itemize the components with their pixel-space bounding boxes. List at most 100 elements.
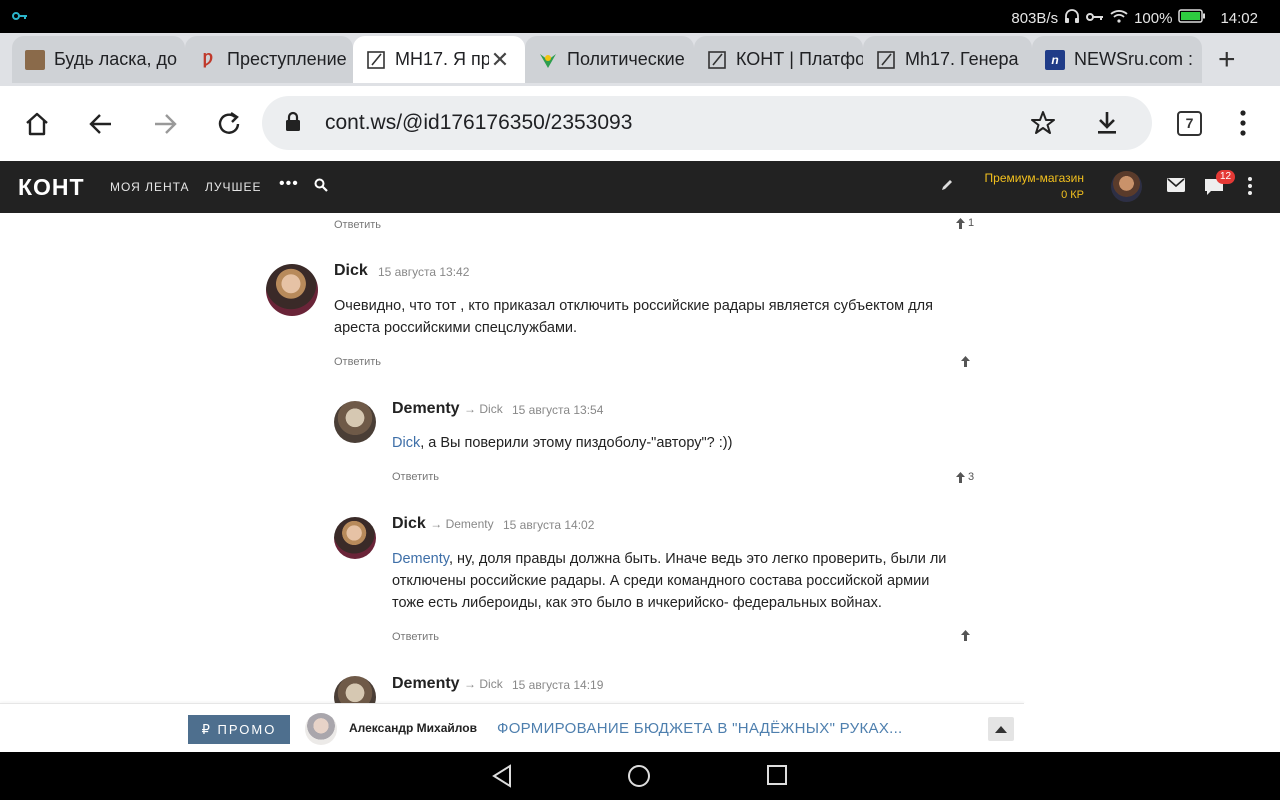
tab-title: NEWSru.com : xyxy=(1074,49,1194,69)
tab-5[interactable]: КОНТ | Платфо xyxy=(694,36,863,83)
reply-to[interactable]: → Dick xyxy=(464,677,503,691)
brown-image-icon xyxy=(25,49,45,70)
tab-1[interactable]: Будь ласка, до xyxy=(12,36,185,83)
network-speed: 803B/s xyxy=(1011,9,1059,27)
tab-7[interactable]: n NEWSru.com : xyxy=(1032,36,1202,83)
nav-back-triangle-icon[interactable] xyxy=(491,764,513,793)
tab-title: Политические xyxy=(567,49,685,69)
site-nav: КОНТ МОЯ ЛЕНТА ЛУЧШЕЕ ••• Премиум-магази… xyxy=(0,161,1280,213)
vpn-key-icon xyxy=(12,9,28,26)
comment-text: Очевидно, что тот , кто приказал отключи… xyxy=(334,298,933,336)
wifi-icon xyxy=(1110,9,1128,27)
mail-icon[interactable] xyxy=(1167,178,1185,197)
promo-bar-filler xyxy=(1024,703,1280,752)
battery-percent: 100% xyxy=(1134,9,1173,27)
vote-up[interactable] xyxy=(961,630,970,641)
tab-title: МН17. Я пр xyxy=(395,49,489,69)
close-tab-icon[interactable]: ✕ xyxy=(489,47,511,73)
headphones-icon xyxy=(1064,8,1080,28)
reply-link[interactable]: Ответить xyxy=(334,356,381,368)
browser-menu-icon[interactable] xyxy=(1238,109,1248,142)
status-bar: 803B/s 100% 14:02 xyxy=(0,0,1280,33)
vote-up[interactable] xyxy=(961,356,970,367)
tab-title: Будь ласка, до xyxy=(54,49,178,69)
tab-title: КОНТ | Платфо xyxy=(736,49,863,69)
mention-link[interactable]: Dementy xyxy=(392,551,449,567)
comment-author[interactable]: Dementy → Dick xyxy=(392,400,503,418)
comments-area: Ответить 1 Dick 15 августа 13:42 Очевидн… xyxy=(0,213,1280,703)
nav-my-feed[interactable]: МОЯ ЛЕНТА xyxy=(110,180,190,194)
user-avatar[interactable] xyxy=(1111,171,1142,202)
reload-icon[interactable] xyxy=(214,109,244,139)
upvote-arrow-icon xyxy=(956,217,965,229)
vote-up[interactable]: 3 xyxy=(956,471,974,483)
promo-badge[interactable]: ₽ ПРОМО xyxy=(188,715,290,744)
upvote-arrow-icon xyxy=(956,471,965,483)
tab-2[interactable]: Ƿ Преступление xyxy=(185,36,353,83)
avatar[interactable] xyxy=(334,676,376,703)
new-tab-plus-icon[interactable]: + xyxy=(1218,45,1236,75)
promo-author[interactable]: Александр Михайлов xyxy=(349,721,477,735)
comment-text: Dementy, ну, доля правды должна быть. Ин… xyxy=(392,551,947,611)
tab-title: Преступление xyxy=(227,49,347,69)
comment-date: 15 августа 13:42 xyxy=(378,265,470,279)
reply-link[interactable]: Ответить xyxy=(392,471,439,483)
avatar[interactable] xyxy=(334,401,376,443)
nav-home-circle-icon[interactable] xyxy=(627,764,651,793)
vote-up[interactable]: 1 xyxy=(956,217,974,229)
address-bar[interactable]: cont.ws/@id176176350/2353093 xyxy=(262,96,1152,150)
lock-icon[interactable] xyxy=(284,111,302,138)
url-text[interactable]: cont.ws/@id176176350/2353093 xyxy=(325,111,632,135)
pencil-box-icon xyxy=(707,50,727,70)
search-icon[interactable] xyxy=(314,178,328,197)
tab-3-active[interactable]: МН17. Я пр ✕ xyxy=(353,36,525,83)
vote-count: 3 xyxy=(968,471,975,483)
comment-text: Dick, а Вы поверили этому пиздоболу-"авт… xyxy=(392,435,733,451)
comment-date: 15 августа 14:19 xyxy=(512,678,604,692)
comment-author[interactable]: Dick → Dementy xyxy=(392,515,494,533)
download-icon[interactable] xyxy=(1095,110,1119,141)
tab-6[interactable]: Мh17. Генера xyxy=(863,36,1032,83)
mention-link[interactable]: Dick xyxy=(392,435,420,451)
promo-title-link[interactable]: ФОРМИРОВАНИЕ БЮДЖЕТА В "НАДЁЖНЫХ" РУКАХ.… xyxy=(497,720,903,737)
back-arrow-icon[interactable] xyxy=(86,109,116,139)
pencil-box-icon xyxy=(876,50,896,70)
browser-toolbar: cont.ws/@id176176350/2353093 7 xyxy=(0,86,1280,161)
avatar[interactable] xyxy=(266,264,318,316)
nav-best[interactable]: ЛУЧШЕЕ xyxy=(205,180,262,194)
red-logo-icon: Ƿ xyxy=(202,50,214,68)
nav-more-icon[interactable]: ••• xyxy=(279,175,299,193)
reply-to[interactable]: → Dementy xyxy=(430,517,493,531)
premium-shop-link[interactable]: Премиум-магазин 0 КР xyxy=(978,171,1084,201)
nav-recents-square-icon[interactable] xyxy=(766,764,788,791)
home-icon[interactable] xyxy=(22,109,52,139)
promo-author-avatar[interactable] xyxy=(305,713,337,745)
site-logo[interactable]: КОНТ xyxy=(18,174,85,201)
tab-4[interactable]: Политические xyxy=(525,36,694,83)
reply-to[interactable]: → Dick xyxy=(464,402,503,416)
tab-strip: Будь ласка, до Ƿ Преступление МН17. Я пр… xyxy=(0,33,1280,86)
comment-author[interactable]: Dementy → Dick xyxy=(392,675,503,693)
reply-link[interactable]: Ответить xyxy=(392,631,439,643)
vote-count: 1 xyxy=(968,217,975,229)
comment-author[interactable]: Dick xyxy=(334,262,368,280)
caret-up-icon xyxy=(995,726,1007,733)
promo-collapse-button[interactable] xyxy=(988,717,1014,741)
upvote-arrow-icon xyxy=(961,356,970,367)
colorful-logo-icon xyxy=(538,50,558,70)
reply-link[interactable]: Ответить xyxy=(334,219,381,231)
avatar[interactable] xyxy=(334,517,376,559)
forward-arrow-icon[interactable] xyxy=(150,109,180,139)
battery-icon xyxy=(1178,9,1206,27)
kebab-menu-icon[interactable] xyxy=(1246,176,1254,201)
pencil-box-icon xyxy=(366,50,386,70)
key-icon xyxy=(1086,10,1104,27)
comment-date: 15 августа 13:54 xyxy=(512,403,604,417)
clock: 14:02 xyxy=(1220,9,1258,27)
write-pencil-icon[interactable] xyxy=(940,178,954,197)
comment-date: 15 августа 14:02 xyxy=(503,518,595,532)
newsru-icon: n xyxy=(1045,49,1065,70)
tab-switcher-button[interactable]: 7 xyxy=(1177,111,1202,136)
bookmark-star-icon[interactable] xyxy=(1030,110,1056,141)
tab-title: Мh17. Генера xyxy=(905,49,1019,69)
